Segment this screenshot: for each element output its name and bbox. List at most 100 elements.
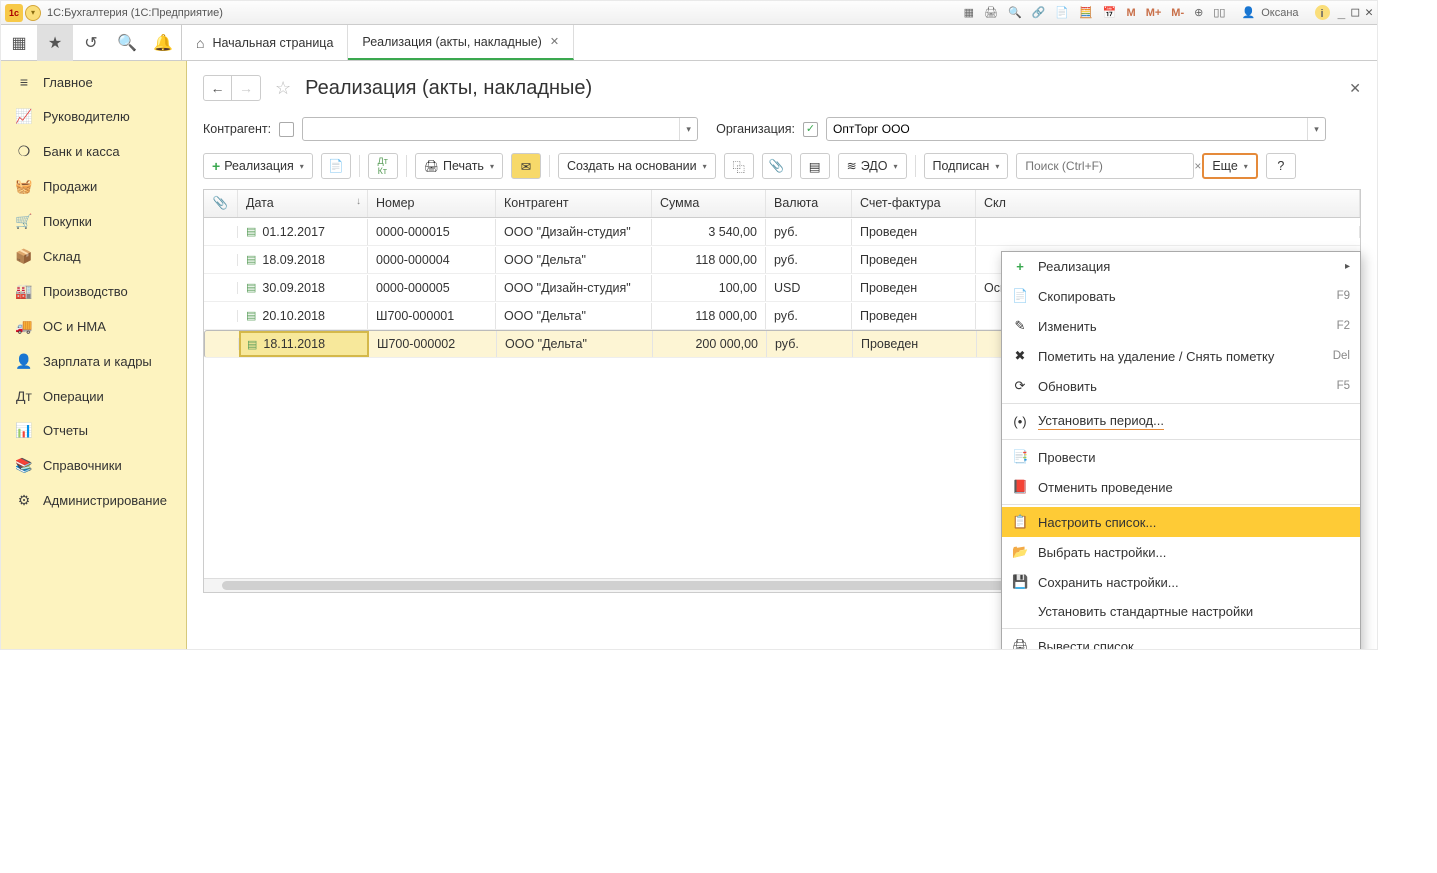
org-select[interactable]: ▾ [826, 117, 1326, 141]
sidebar-item[interactable]: 🚚ОС и НМА [1, 309, 186, 344]
minimize-icon[interactable]: _ [1338, 5, 1346, 20]
sidebar-item[interactable]: 📚Справочники [1, 448, 186, 483]
menu-item[interactable]: ✎ИзменитьF2 [1002, 311, 1360, 341]
more-button[interactable]: Еще▾ [1202, 153, 1257, 179]
back-button[interactable]: ← [204, 76, 232, 100]
currency-col[interactable]: Валюта [766, 190, 852, 217]
quick-actions: ▦ ★ ↺ 🔍 🔔 [1, 25, 182, 60]
sum-col[interactable]: Сумма [652, 190, 766, 217]
sidebar-label: Продажи [43, 179, 97, 194]
sklad-col[interactable]: Скл [976, 190, 1360, 217]
kontragent-checkbox[interactable] [279, 122, 294, 137]
menu-icon: 💾 [1012, 574, 1028, 590]
invoice-col[interactable]: Счет-фактура [852, 190, 976, 217]
edo-button[interactable]: ≋ЭДО▾ [838, 153, 907, 179]
help-button[interactable]: ? [1266, 153, 1296, 179]
process-button[interactable]: ▤ [800, 153, 830, 179]
maximize-icon[interactable]: □ [1351, 5, 1359, 20]
kontragent-input[interactable] [303, 122, 679, 136]
sidebar-item[interactable]: ❍Банк и касса [1, 134, 186, 169]
favorite-star[interactable]: ☆ [275, 78, 291, 99]
link-icon[interactable]: 🔗 [1029, 4, 1049, 21]
menu-item[interactable]: +Реализация▸ [1002, 252, 1360, 281]
search-icon[interactable]: 🔍 [109, 25, 145, 61]
shortcut: F5 [1337, 380, 1350, 392]
menu-item[interactable]: 📂Выбрать настройки... [1002, 537, 1360, 567]
date-col[interactable]: Дата↓ [238, 190, 368, 217]
toolbar: +Реализация▾ 📄 ДтКт 🖨Печать▾ ✉ Создать н… [203, 153, 1361, 179]
tab-close-icon[interactable]: ✕ [550, 35, 559, 48]
sidebar-item[interactable]: 🧺Продажи [1, 169, 186, 204]
sidebar-item[interactable]: 📊Отчеты [1, 413, 186, 448]
m-plus-icon[interactable]: M+ [1143, 5, 1165, 21]
system-dropdown[interactable]: ▾ [25, 5, 41, 21]
menu-item[interactable]: 💾Сохранить настройки... [1002, 567, 1360, 597]
forward-button[interactable]: → [232, 76, 260, 100]
copy2-button[interactable]: ⿻ [724, 153, 754, 179]
m-icon[interactable]: M [1124, 5, 1139, 21]
copy-button[interactable]: 📄 [321, 153, 351, 179]
kontragent-select[interactable]: ▾ [302, 117, 698, 141]
chevron-down-icon[interactable]: ▾ [1307, 118, 1325, 140]
sidebar-item[interactable]: 📦Склад [1, 239, 186, 274]
print-icon[interactable]: 🖨 [981, 4, 1001, 21]
page-title: Реализация (акты, накладные) [305, 77, 592, 100]
dtkt-button[interactable]: ДтКт [368, 153, 398, 179]
org-input[interactable] [827, 122, 1307, 136]
sidebar-icon: 📊 [15, 422, 33, 439]
sidebar-item[interactable]: 🛒Покупки [1, 204, 186, 239]
kontragent-col[interactable]: Контрагент [496, 190, 652, 217]
menu-item[interactable]: 📄СкопироватьF9 [1002, 281, 1360, 311]
number-col[interactable]: Номер [368, 190, 496, 217]
print-button[interactable]: 🖨Печать▾ [415, 153, 503, 179]
menu-item[interactable]: 🖨Вывести список... [1002, 631, 1360, 649]
zoom-icon[interactable]: ⊕ [1191, 4, 1206, 21]
panel-icon[interactable]: ▯▯ [1210, 4, 1228, 21]
sidebar-item[interactable]: ⚙Администрирование [1, 483, 186, 518]
sidebar-item[interactable]: 📈Руководителю [1, 99, 186, 134]
user-label[interactable]: 👤 Оксана [1238, 4, 1304, 21]
menu-item[interactable]: Установить стандартные настройки [1002, 597, 1360, 626]
grid-icon[interactable]: ▦ [961, 4, 977, 21]
content: ← → ☆ Реализация (акты, накладные) ✕ Кон… [187, 61, 1377, 649]
calc-icon[interactable]: 🧮 [1076, 4, 1096, 21]
favorites-icon[interactable]: ★ [37, 25, 73, 61]
apps-icon[interactable]: ▦ [1, 25, 37, 61]
menu-item[interactable]: ✖Пометить на удаление / Снять пометкуDel [1002, 341, 1360, 371]
sidebar-item[interactable]: 🏭Производство [1, 274, 186, 309]
menu-item[interactable]: (•)Установить период... [1002, 406, 1360, 437]
menu-item[interactable]: 📕Отменить проведение [1002, 472, 1360, 502]
menu-item[interactable]: ⟳ОбновитьF5 [1002, 371, 1360, 401]
tab-realization[interactable]: Реализация (акты, накладные) ✕ [348, 25, 574, 60]
signed-button[interactable]: Подписан▾ [924, 153, 1009, 179]
close-page-button[interactable]: ✕ [1349, 80, 1361, 97]
sidebar-item[interactable]: ≡Главное [1, 65, 186, 99]
org-checkbox[interactable]: ✓ [803, 122, 818, 137]
doc-icon[interactable]: 📄 [1052, 4, 1072, 21]
history-icon[interactable]: ↺ [73, 25, 109, 61]
sidebar-label: ОС и НМА [43, 319, 106, 334]
attach-button[interactable]: 📎 [762, 153, 792, 179]
menu-label: Отменить проведение [1038, 480, 1173, 495]
tab-home[interactable]: ⌂ Начальная страница [182, 25, 348, 60]
bell-icon[interactable]: 🔔 [145, 25, 181, 61]
table-row[interactable]: ▤01.12.20170000-000015ООО "Дизайн-студия… [204, 218, 1360, 246]
search-box[interactable]: × [1016, 153, 1194, 179]
mail-button[interactable]: ✉ [511, 153, 541, 179]
close-icon[interactable]: ✕ [1365, 5, 1373, 20]
create-based-button[interactable]: Создать на основании▾ [558, 153, 716, 179]
m-minus-icon[interactable]: M- [1168, 5, 1187, 21]
info-icon[interactable]: i [1315, 5, 1330, 20]
app-title: 1С:Бухгалтерия (1С:Предприятие) [47, 7, 961, 19]
realization-button[interactable]: +Реализация▾ [203, 153, 313, 179]
menu-item[interactable]: 📑Провести [1002, 442, 1360, 472]
sidebar-item[interactable]: ДтОперации [1, 379, 186, 413]
search-icon[interactable]: 🔍 [1005, 4, 1025, 21]
menu-item[interactable]: 📋Настроить список... [1002, 507, 1360, 537]
calendar-icon[interactable]: 📅 [1100, 4, 1120, 21]
attachment-col[interactable]: 📎 [204, 190, 238, 217]
sidebar-item[interactable]: 👤Зарплата и кадры [1, 344, 186, 379]
sidebar-label: Операции [43, 389, 104, 404]
chevron-down-icon[interactable]: ▾ [679, 118, 697, 140]
search-input[interactable] [1017, 159, 1188, 173]
